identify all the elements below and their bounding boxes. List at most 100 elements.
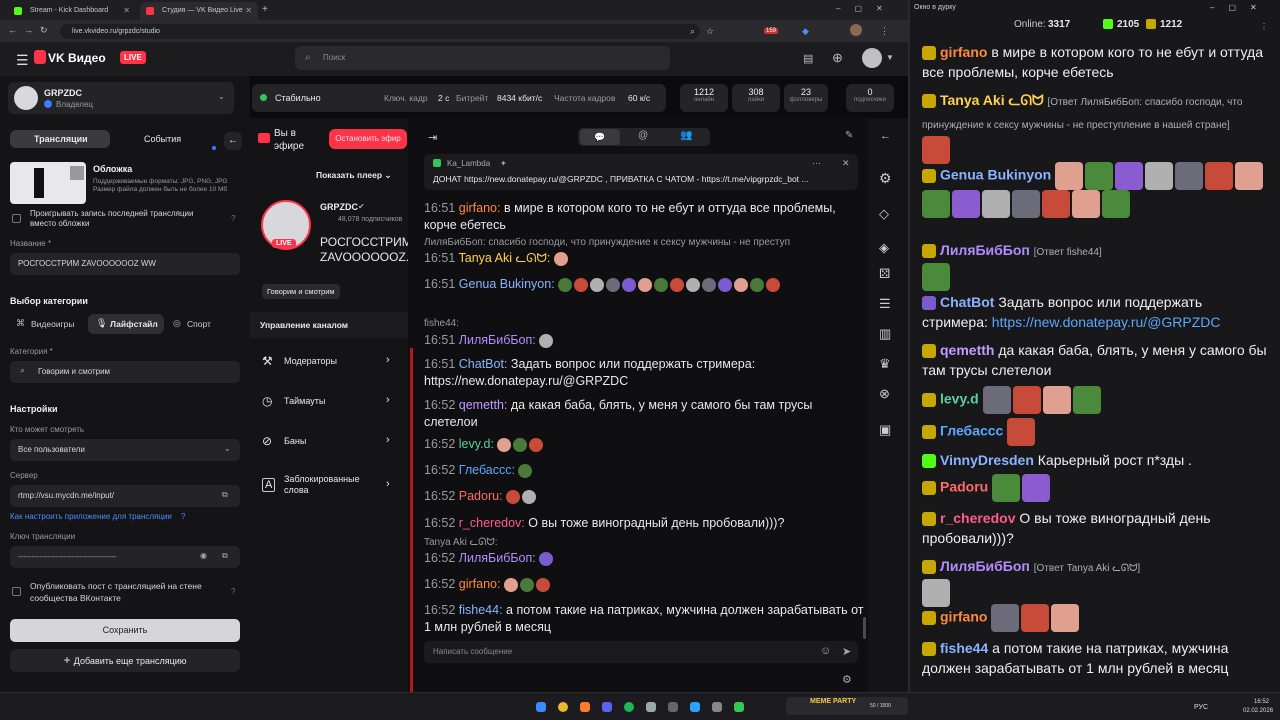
message-user[interactable]: levy.d: [940, 391, 979, 407]
popout-icon[interactable]: ⇥: [428, 131, 437, 144]
back-icon[interactable]: ←: [8, 25, 17, 35]
nav-bans[interactable]: ⊘ Баны ›: [262, 422, 408, 462]
message-user[interactable]: levy.d:: [459, 437, 494, 451]
nav-blocked-words[interactable]: A Заблокированные слова ›: [262, 466, 408, 506]
window-controls[interactable]: –▢✕: [836, 4, 897, 13]
dice-icon[interactable]: ⚄: [879, 266, 890, 282]
message-user[interactable]: r_cheredov:: [459, 516, 525, 530]
help-icon[interactable]: ?: [231, 587, 235, 596]
nav-timeouts[interactable]: ◷ Таймауты ›: [262, 382, 408, 422]
message-user[interactable]: Глебасcс:: [459, 463, 515, 477]
message-user[interactable]: ЛиляБибБоп:: [459, 551, 536, 565]
gem-icon[interactable]: ◈: [879, 240, 889, 256]
message-user[interactable]: Tanya Aki ᓚᘏᗢ:: [459, 251, 551, 265]
discord-icon[interactable]: [602, 702, 612, 712]
cover-image[interactable]: [10, 162, 86, 204]
message-user[interactable]: fishe44:: [459, 603, 503, 617]
howto-link[interactable]: Как настроить приложение для трансляции: [10, 512, 172, 521]
copy-icon[interactable]: ⧉: [222, 551, 228, 561]
trophy-icon[interactable]: ♛: [879, 356, 891, 372]
message-user[interactable]: ЛиляБибБоп:: [459, 333, 536, 347]
message-user[interactable]: qemetth: [940, 342, 994, 358]
more-icon[interactable]: ⋯: [812, 158, 821, 169]
close-icon[interactable]: ✕: [245, 2, 252, 20]
mention-icon[interactable]: @: [638, 130, 648, 141]
message-user[interactable]: girfano: [940, 44, 987, 60]
message-user[interactable]: Padoru: [940, 479, 988, 495]
help-icon[interactable]: ?: [231, 214, 235, 223]
avatar[interactable]: [862, 48, 882, 68]
diamond-icon[interactable]: ◇: [879, 206, 889, 222]
message-user[interactable]: ChatBot:: [459, 357, 508, 371]
message-user[interactable]: ChatBot: [940, 294, 994, 310]
stop-stream-button[interactable]: Остановить эфир: [329, 129, 407, 149]
more-icon[interactable]: ⋮: [1260, 22, 1268, 31]
message-user[interactable]: VinnyDresden: [940, 452, 1034, 468]
list-icon[interactable]: ☰: [879, 296, 891, 312]
settings-icon[interactable]: ⚙: [842, 673, 852, 686]
star-icon[interactable]: ☆: [706, 26, 714, 37]
message-user[interactable]: girfano: [940, 609, 987, 625]
reload-icon[interactable]: ↻: [40, 25, 48, 36]
publish-checkbox[interactable]: [12, 587, 21, 596]
message-user[interactable]: Genua Bukinyon: [940, 167, 1051, 183]
hamburger-icon[interactable]: ☰: [16, 52, 29, 69]
chevron-down-icon[interactable]: ⌄: [218, 92, 225, 101]
show-player-button[interactable]: Показать плеер ⌄: [312, 166, 402, 184]
message-user[interactable]: Padoru:: [459, 489, 503, 503]
channel-switcher[interactable]: [8, 82, 234, 114]
add-stream-button[interactable]: + Добавить еще трансляцию: [10, 649, 240, 672]
search-icon[interactable]: ⌕: [690, 26, 695, 37]
app-icon[interactable]: [580, 702, 590, 712]
extension-badge[interactable]: 159: [764, 28, 779, 34]
server-field[interactable]: rtmp://vsu.mycdn.me/input/: [10, 485, 240, 507]
url-field[interactable]: live.vkvideo.ru/grpzdc/studio: [60, 24, 700, 39]
add-icon[interactable]: ⊕: [832, 50, 843, 66]
block-icon[interactable]: ⊗: [879, 386, 890, 402]
message-user[interactable]: girfano:: [459, 201, 501, 215]
close-icon[interactable]: ✕: [842, 158, 850, 169]
windows-icon[interactable]: [536, 702, 546, 712]
message-user[interactable]: girfano:: [459, 577, 501, 591]
site-logo[interactable]: VK Видео: [48, 51, 106, 65]
message-user[interactable]: ЛиляБибБоп: [940, 558, 1030, 574]
users-icon[interactable]: 👥: [680, 130, 692, 141]
chat-input[interactable]: Написать сообщение: [424, 641, 858, 663]
browser-tab-kick[interactable]: Stream - Kick Dashboard ✕: [8, 2, 136, 20]
title-field[interactable]: РОСГОССТРИМ ZAVOOOOOOZ WW: [10, 253, 240, 275]
message-user[interactable]: r_cheredov: [940, 510, 1015, 526]
pin-icon[interactable]: ✎: [845, 130, 853, 141]
search-input[interactable]: Поиск: [295, 46, 670, 70]
forward-icon[interactable]: →: [24, 25, 33, 35]
video-icon[interactable]: ▣: [879, 422, 891, 438]
steam-icon[interactable]: [646, 702, 656, 712]
app-icon[interactable]: [712, 702, 722, 712]
window-controls[interactable]: –▢✕: [1210, 3, 1271, 12]
browser-tab-vk[interactable]: Студия — VK Видео Live ✕: [140, 2, 258, 20]
obs-icon[interactable]: [668, 702, 678, 712]
copy-icon[interactable]: ⧉: [222, 490, 228, 500]
spotify-icon[interactable]: [624, 702, 634, 712]
message-user[interactable]: Глебасcс: [940, 423, 1003, 439]
chart-icon[interactable]: ▥: [879, 326, 891, 342]
menu-icon[interactable]: ⋮: [880, 26, 889, 37]
language-indicator[interactable]: РУС: [1194, 704, 1208, 711]
profile-avatar[interactable]: [850, 24, 862, 36]
collapse-icon[interactable]: ←: [224, 132, 242, 150]
chrome-icon[interactable]: [558, 702, 568, 712]
telegram-icon[interactable]: [690, 702, 700, 712]
message-user[interactable]: Genua Bukinyon:: [459, 277, 555, 291]
clock-time[interactable]: 16:52: [1254, 699, 1269, 705]
message-user[interactable]: ЛиляБибБоп: [940, 242, 1030, 258]
category-games[interactable]: Видеоигры: [31, 319, 75, 329]
tab-events[interactable]: События: [144, 134, 181, 144]
who-select[interactable]: Все пользователи: [10, 439, 240, 461]
emoji-icon[interactable]: ☺: [820, 645, 831, 657]
send-icon[interactable]: ➤: [842, 645, 851, 658]
back-icon[interactable]: ←: [880, 130, 891, 142]
chat-scrollbar[interactable]: [863, 617, 866, 639]
studio-icon[interactable]: ▤: [803, 52, 813, 65]
message-user[interactable]: Tanya Aki ᓚᘏᗢ: [940, 92, 1044, 108]
eye-icon[interactable]: ◉: [200, 551, 207, 560]
close-icon[interactable]: ✕: [123, 2, 130, 20]
